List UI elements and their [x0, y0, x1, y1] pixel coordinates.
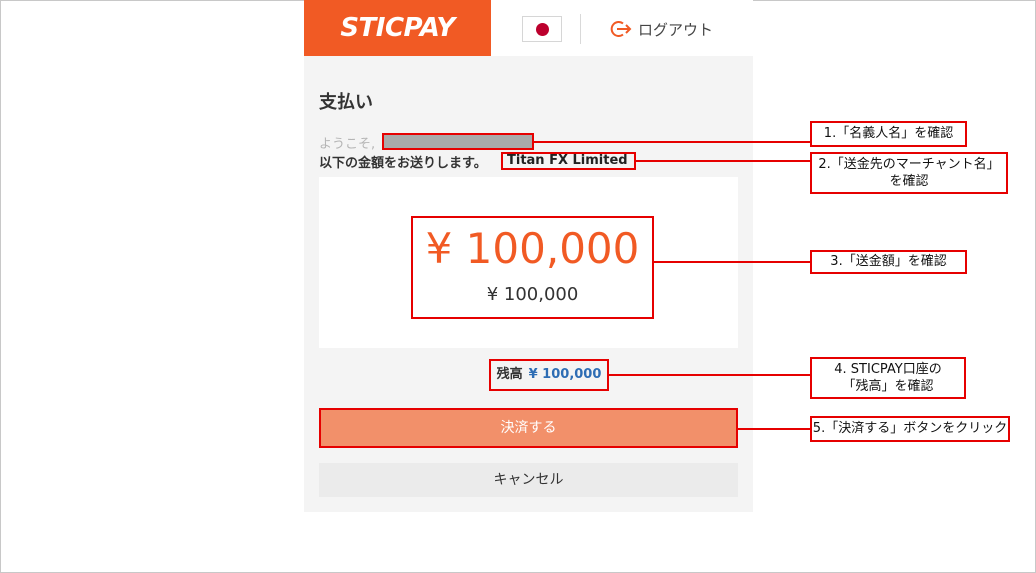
callout-step1: 1.「名義人名」を確認	[810, 121, 967, 147]
callout-step4: 4. STICPAY口座の 「残高」を確認	[810, 357, 966, 399]
amount-highlight: ¥ 100,000 ¥ 100,000	[411, 216, 654, 319]
callout-step4-line1: 4. STICPAY口座の	[834, 362, 942, 377]
header-bar: STICPAY ログアウト	[304, 0, 753, 56]
callout-step1-text: 1.「名義人名」を確認	[823, 126, 954, 141]
connector-line-2	[636, 160, 811, 162]
connector-line-5	[738, 428, 811, 430]
cancel-button[interactable]: キャンセル	[319, 463, 738, 497]
merchant-name: Titan FX Limited	[501, 152, 636, 170]
callout-step5: 5.「決済する」ボタンをクリック	[810, 416, 1010, 442]
balance-label: 残高	[496, 367, 523, 382]
page-title: 支払い	[319, 92, 373, 113]
callout-step2: 2.「送金先のマーチャント名」 を確認	[810, 152, 1008, 194]
logout-label: ログアウト	[638, 20, 714, 39]
callout-step3: 3.「送金額」を確認	[810, 250, 967, 274]
sticpay-logo: STICPAY	[304, 0, 491, 56]
callout-step2-line1: 2.「送金先のマーチャント名」	[818, 157, 1000, 172]
welcome-text: ようこそ,	[319, 137, 376, 152]
amount-main: ¥ 100,000	[425, 224, 640, 273]
japan-flag-icon[interactable]	[522, 16, 562, 42]
payment-panel: STICPAY ログアウト 支払い ようこそ, 以下の金額をお送りします。 Ti…	[304, 0, 753, 512]
logout-button[interactable]: ログアウト	[610, 17, 713, 41]
redacted-account-name	[382, 133, 534, 150]
callout-step4-line2: 「残高」を確認	[842, 379, 934, 394]
callout-step2-line2: を確認	[889, 174, 929, 189]
balance-value: ¥ 100,000	[528, 367, 602, 382]
send-amount-text: 以下の金額をお送りします。	[319, 156, 487, 171]
logout-icon	[610, 21, 632, 37]
connector-line-3	[654, 261, 811, 263]
callout-step5-text: 5.「決済する」ボタンをクリック	[812, 421, 1008, 436]
balance-display: 残高 ¥ 100,000	[489, 359, 609, 391]
pay-button[interactable]: 決済する	[319, 408, 738, 448]
header-divider	[580, 14, 581, 44]
connector-line-4	[609, 374, 811, 376]
callout-step3-text: 3.「送金額」を確認	[830, 254, 947, 269]
amount-sub: ¥ 100,000	[486, 284, 579, 305]
connector-line-1	[534, 141, 811, 143]
